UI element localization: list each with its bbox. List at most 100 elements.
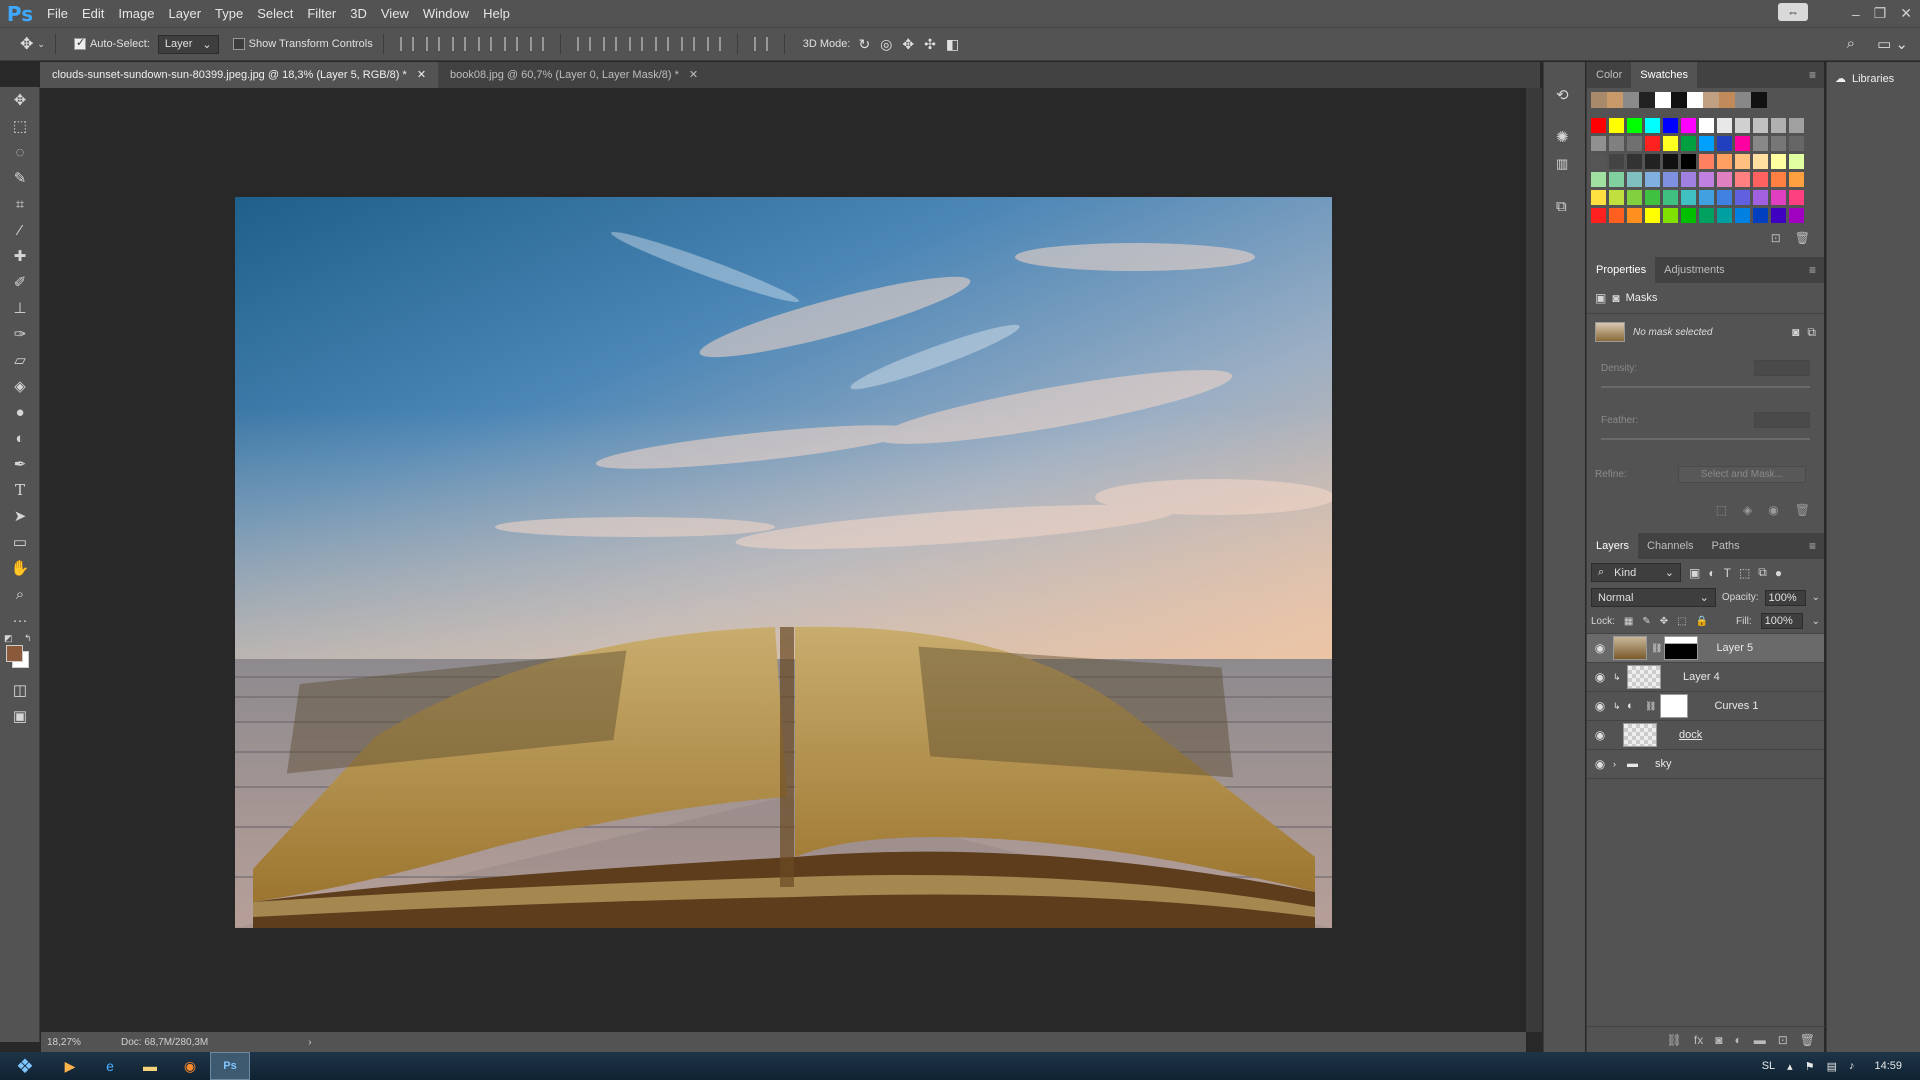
swatch[interactable] <box>1753 190 1768 205</box>
layer-kind-filter[interactable]: ⌕ Kind ⌄ <box>1591 563 1681 582</box>
swatch[interactable] <box>1735 136 1750 151</box>
tab-document-clouds[interactable]: clouds-sunset-sundown-sun-80399.jpeg.jpg… <box>40 62 439 88</box>
swatch[interactable] <box>1717 172 1732 187</box>
marquee-tool-icon[interactable]: ⬚ <box>0 113 40 139</box>
swatch[interactable] <box>1663 118 1678 133</box>
swatch[interactable] <box>1591 136 1606 151</box>
swatch[interactable] <box>1771 208 1786 223</box>
delete-layer-icon[interactable]: 🗑 <box>1800 1033 1815 1047</box>
swatch[interactable] <box>1645 190 1660 205</box>
fill-dropdown-icon[interactable]: ⌄ <box>1812 616 1820 627</box>
clone-stamp-tool-icon[interactable]: ⊥ <box>0 295 40 321</box>
swap-colors-icon[interactable]: ↰ <box>24 633 32 644</box>
toggle-mask-icon[interactable]: ◉ <box>1768 503 1778 517</box>
3d-slide-icon[interactable]: ✣ <box>924 36 936 53</box>
menu-filter[interactable]: Filter <box>300 6 343 21</box>
swatch[interactable] <box>1627 190 1642 205</box>
brush-tool-icon[interactable]: ✐ <box>0 269 40 295</box>
swatch[interactable] <box>1789 136 1804 151</box>
network-icon[interactable]: ▤ <box>1827 1060 1837 1073</box>
new-swatch-icon[interactable]: ⊡ <box>1771 231 1781 245</box>
distribute-bottom-icon[interactable] <box>628 37 643 51</box>
swatch[interactable] <box>1789 208 1804 223</box>
swatch[interactable] <box>1663 154 1678 169</box>
path-select-tool-icon[interactable]: ➤ <box>0 503 40 529</box>
menu-type[interactable]: Type <box>208 6 250 21</box>
visibility-eye-icon[interactable]: ◉ <box>1587 757 1613 771</box>
filter-pixel-icon[interactable]: ▣ <box>1689 566 1700 580</box>
blur-tool-icon[interactable]: ● <box>0 399 40 425</box>
layer-row-curves1[interactable]: ◉ ↳ ◐ ⛓ Curves 1 <box>1587 692 1824 721</box>
swatch[interactable] <box>1753 154 1768 169</box>
healing-brush-tool-icon[interactable]: ✚ <box>0 243 40 269</box>
recent-swatch[interactable] <box>1671 92 1687 108</box>
group-expand-icon[interactable]: › <box>1613 759 1627 769</box>
firefox-icon[interactable]: ◉ <box>170 1052 210 1080</box>
distribute-left-icon[interactable] <box>654 37 669 51</box>
history-brush-tool-icon[interactable]: ✑ <box>0 321 40 347</box>
swatch[interactable] <box>1735 118 1750 133</box>
search-icon[interactable]: ⌕ <box>1847 35 1855 53</box>
menu-window[interactable]: Window <box>416 6 476 21</box>
recent-swatch[interactable] <box>1735 92 1751 108</box>
eyedropper-tool-icon[interactable]: ⁄ <box>0 217 40 243</box>
layer-row-dock[interactable]: ◉ dock <box>1587 721 1824 750</box>
panel-menu-icon[interactable]: ≡ <box>1809 263 1816 277</box>
add-mask-icon[interactable]: ◙ <box>1715 1033 1722 1047</box>
pen-tool-icon[interactable]: ✒ <box>0 451 40 477</box>
flag-icon[interactable]: ⚑ <box>1805 1060 1815 1073</box>
swatch[interactable] <box>1771 118 1786 133</box>
status-menu-icon[interactable]: › <box>308 1037 311 1048</box>
swatch[interactable] <box>1735 208 1750 223</box>
swatch[interactable] <box>1753 172 1768 187</box>
swatch[interactable] <box>1717 136 1732 151</box>
foreground-color-swatch[interactable] <box>6 645 23 662</box>
tab-properties[interactable]: Properties <box>1587 257 1656 283</box>
paint-bucket-tool-icon[interactable]: ◈ <box>0 373 40 399</box>
recent-swatch[interactable] <box>1687 92 1703 108</box>
close-icon[interactable]: ✕ <box>1900 5 1912 22</box>
menu-3d[interactable]: 3D <box>343 6 374 21</box>
brushes-icon[interactable]: ▥ <box>1556 156 1568 172</box>
swatch[interactable] <box>1663 172 1678 187</box>
swatch[interactable] <box>1699 208 1714 223</box>
swatch[interactable] <box>1753 208 1768 223</box>
visibility-eye-icon[interactable]: ◉ <box>1587 641 1613 655</box>
swatch[interactable] <box>1735 172 1750 187</box>
swatch[interactable] <box>1789 118 1804 133</box>
swatch[interactable] <box>1627 118 1642 133</box>
swatch[interactable] <box>1591 118 1606 133</box>
start-button-icon[interactable]: ❖ <box>0 1052 50 1080</box>
swatch[interactable] <box>1609 208 1624 223</box>
density-field[interactable] <box>1754 360 1810 376</box>
recent-swatch[interactable] <box>1751 92 1767 108</box>
layer-row-layer5[interactable]: ◉ ⛓ Layer 5 <box>1587 634 1824 663</box>
fill-field[interactable]: 100% <box>1760 613 1803 629</box>
default-colors-icon[interactable]: ◩ <box>4 633 13 644</box>
move-tool-icon[interactable]: ✥ <box>0 87 40 113</box>
clone-source-icon[interactable]: ⧉ <box>1556 198 1567 215</box>
3d-rotate-icon[interactable]: ↻ <box>858 36 870 53</box>
layer-row-layer4[interactable]: ◉ ↳ Layer 4 <box>1587 663 1824 692</box>
dodge-tool-icon[interactable]: ◐ <box>0 425 40 451</box>
filter-smart-icon[interactable]: ⧉ <box>1758 565 1767 580</box>
filter-shape-icon[interactable]: ⬚ <box>1739 566 1750 580</box>
layer-style-icon[interactable]: fx <box>1694 1033 1703 1047</box>
swatch[interactable] <box>1699 136 1714 151</box>
swatch[interactable] <box>1717 154 1732 169</box>
add-vector-mask-icon[interactable]: ⧉ <box>1807 325 1816 340</box>
align-right-icon[interactable] <box>529 37 544 51</box>
3d-scale-icon[interactable]: ◧ <box>946 36 959 53</box>
align-bottom-icon[interactable] <box>451 37 466 51</box>
swatch[interactable] <box>1609 118 1624 133</box>
distribute-right-icon[interactable] <box>706 37 721 51</box>
blend-mode-dropdown[interactable]: Normal ⌄ <box>1591 588 1716 607</box>
restore-icon[interactable]: ❐ <box>1874 5 1887 22</box>
tab-document-book[interactable]: book08.jpg @ 60,7% (Layer 0, Layer Mask/… <box>438 62 710 88</box>
swatch[interactable] <box>1717 118 1732 133</box>
swatch[interactable] <box>1663 208 1678 223</box>
new-adjustment-icon[interactable]: ◐ <box>1734 1033 1741 1047</box>
screen-mode-icon[interactable]: ▣ <box>0 703 40 729</box>
recent-swatch[interactable] <box>1623 92 1639 108</box>
swatch[interactable] <box>1681 118 1696 133</box>
